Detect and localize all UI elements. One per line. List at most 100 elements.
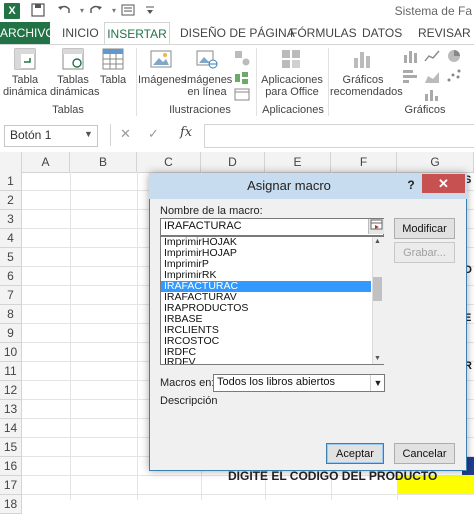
- collapse-dialog-icon[interactable]: [368, 219, 384, 234]
- pictures-button[interactable]: Imágenes: [138, 74, 186, 86]
- column-header-f[interactable]: F: [331, 152, 397, 172]
- row-header[interactable]: 13: [0, 400, 22, 419]
- row-header[interactable]: 2: [0, 191, 22, 210]
- row-header[interactable]: 11: [0, 362, 22, 381]
- chevron-down-icon[interactable]: ▼: [370, 375, 385, 391]
- group-separator: [136, 48, 137, 116]
- row-header[interactable]: 16: [0, 457, 22, 476]
- macros-en-label: Macros en:: [160, 377, 215, 389]
- row-header[interactable]: 7: [0, 286, 22, 305]
- pictures-icon[interactable]: [150, 48, 172, 73]
- confirm-entry-icon[interactable]: ✓: [148, 126, 159, 142]
- grid-line: [22, 494, 474, 495]
- help-button[interactable]: ?: [402, 174, 420, 196]
- column-header-a[interactable]: A: [22, 152, 70, 172]
- close-button[interactable]: ✕: [422, 174, 465, 193]
- column-header-c[interactable]: C: [137, 152, 201, 172]
- row-header[interactable]: 8: [0, 305, 22, 324]
- row-header[interactable]: 18: [0, 495, 22, 514]
- app-title: Sistema de Fa: [394, 4, 472, 18]
- table-button[interactable]: Tabla: [96, 74, 130, 86]
- insert-function-icon[interactable]: fx: [180, 125, 192, 140]
- pivot-table-icon[interactable]: [14, 48, 36, 73]
- formula-separator: [110, 124, 111, 146]
- column-header-g[interactable]: G: [397, 152, 474, 172]
- pivot-table-label-1: Tabla: [11, 74, 39, 86]
- pivot-table-button[interactable]: Tabla dinámica: [2, 74, 48, 98]
- select-all-corner[interactable]: [0, 152, 22, 172]
- modificar-button[interactable]: Modificar: [394, 218, 455, 239]
- tab-diseno-pagina[interactable]: DISEÑO DE PÁGINA: [180, 22, 295, 44]
- group-separator: [256, 48, 257, 116]
- tab-datos[interactable]: DATOS: [362, 22, 402, 44]
- recommended-charts-icon[interactable]: [352, 48, 374, 73]
- row-header[interactable]: 9: [0, 324, 22, 343]
- pivot-table-label-2: dinámica: [2, 86, 48, 98]
- group-label-graficos: Gráficos: [404, 104, 446, 116]
- form-icon[interactable]: [120, 3, 136, 19]
- tab-formulas[interactable]: FÓRMULAS: [290, 22, 357, 44]
- online-pictures-button[interactable]: Imágenes en línea: [184, 74, 233, 98]
- row-header[interactable]: 1: [0, 172, 22, 191]
- formula-input[interactable]: [204, 124, 474, 148]
- undo-icon[interactable]: [56, 3, 72, 19]
- name-box-value: Botón 1: [10, 128, 52, 142]
- online-pictures-icon[interactable]: [196, 48, 218, 73]
- tab-archivo[interactable]: ARCHIVO: [0, 22, 55, 44]
- row-header[interactable]: 3: [0, 210, 22, 229]
- redo-icon[interactable]: [88, 3, 104, 19]
- apps-for-office-icon[interactable]: [280, 48, 302, 73]
- bar-chart-icon[interactable]: [402, 68, 418, 87]
- table-icon[interactable]: [102, 48, 124, 73]
- save-icon[interactable]: [30, 3, 46, 19]
- scrollbar-thumb[interactable]: [373, 277, 382, 301]
- recommended-pivot-label-2: dinámicas: [50, 86, 100, 98]
- name-box-dropdown-icon[interactable]: ▼: [84, 129, 93, 139]
- scatter-chart-icon[interactable]: [446, 68, 462, 87]
- row-header[interactable]: 17: [0, 476, 22, 495]
- row-header[interactable]: 14: [0, 419, 22, 438]
- recommended-charts-button[interactable]: Gráficos recomendados: [330, 74, 403, 98]
- area-chart-icon[interactable]: [424, 68, 440, 87]
- shapes-icon[interactable]: [234, 50, 250, 69]
- smartart-icon[interactable]: [234, 70, 250, 89]
- row-header[interactable]: 5: [0, 248, 22, 267]
- macro-name-value: IRAFACTURAC: [164, 220, 242, 232]
- macro-list-item[interactable]: IRDFV: [161, 357, 371, 364]
- pie-chart-icon[interactable]: [446, 48, 462, 67]
- recommended-charts-label-2: recomendados: [330, 86, 403, 98]
- tab-inicio[interactable]: INICIO: [62, 22, 99, 44]
- column-header-e[interactable]: E: [265, 152, 331, 172]
- cancelar-button[interactable]: Cancelar: [394, 443, 455, 464]
- customize-quick-access-icon[interactable]: [142, 3, 158, 19]
- grid-line: [137, 172, 138, 500]
- tab-insertar[interactable]: INSERTAR: [104, 22, 170, 45]
- excel-logo-icon: X: [4, 3, 20, 19]
- aceptar-button[interactable]: Aceptar: [326, 443, 384, 464]
- column-chart-icon[interactable]: [402, 48, 418, 67]
- row-header[interactable]: 6: [0, 267, 22, 286]
- other-charts-icon[interactable]: [424, 88, 440, 105]
- scroll-up-icon[interactable]: ▲: [372, 237, 383, 247]
- tab-revisar[interactable]: REVISAR: [418, 22, 471, 44]
- recommended-pivot-icon[interactable]: [62, 48, 84, 73]
- recommended-pivot-label-1: Tablas: [57, 74, 89, 86]
- description-area: [160, 406, 384, 440]
- column-header-b[interactable]: B: [70, 152, 137, 172]
- row-header[interactable]: 10: [0, 343, 22, 362]
- cancel-entry-icon[interactable]: ✕: [120, 126, 131, 142]
- sheet-product-code-label: DIGITE EL CODIGO DEL PRODUCTO: [228, 469, 438, 483]
- online-pictures-label-1: Imágenes: [184, 74, 233, 86]
- apps-for-office-label-1: Aplicaciones: [261, 74, 323, 86]
- apps-for-office-button[interactable]: Aplicaciones para Office: [260, 74, 324, 98]
- recommended-pivot-button[interactable]: Tablas dinámicas: [50, 74, 100, 98]
- online-pictures-label-2: en línea: [187, 86, 227, 98]
- column-header-d[interactable]: D: [201, 152, 265, 172]
- scroll-down-icon[interactable]: ▼: [372, 354, 383, 364]
- row-header[interactable]: 4: [0, 229, 22, 248]
- row-header[interactable]: 12: [0, 381, 22, 400]
- grabar-button[interactable]: Grabar...: [394, 242, 455, 263]
- row-header[interactable]: 15: [0, 438, 22, 457]
- line-chart-icon[interactable]: [424, 48, 440, 67]
- screenshot-icon[interactable]: [234, 88, 250, 105]
